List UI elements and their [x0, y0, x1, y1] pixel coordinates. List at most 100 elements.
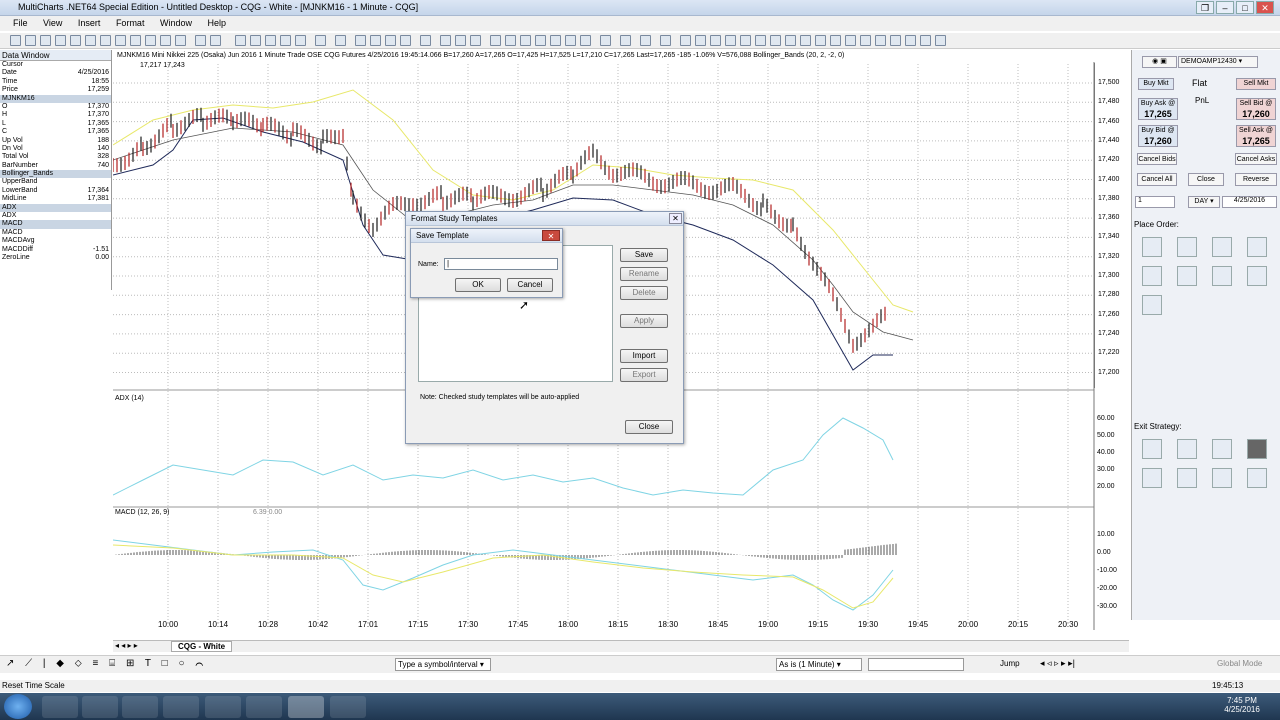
toolbar-tool-icon[interactable] [25, 35, 36, 46]
menu-insert[interactable]: Insert [78, 16, 101, 31]
toolbar-tool-icon[interactable] [265, 35, 276, 46]
explorer-taskbar-icon[interactable] [42, 696, 78, 718]
exit-breakeven-icon[interactable] [1247, 468, 1267, 488]
date-input[interactable]: 4/25/2016 [1222, 196, 1277, 208]
toolbar-tool-icon[interactable] [785, 35, 796, 46]
close-position-button[interactable]: Close [1188, 173, 1224, 186]
menu-file[interactable]: File [13, 16, 28, 31]
toolbar-tool-icon[interactable] [335, 35, 346, 46]
sell-ask-button[interactable]: Sell Ask @17,265 [1236, 125, 1276, 147]
bracket-order-icon[interactable] [1212, 266, 1232, 286]
toolbar-tool-icon[interactable] [875, 35, 886, 46]
apply-template-button[interactable]: Apply [620, 314, 668, 328]
toolbar-tool-icon[interactable] [280, 35, 291, 46]
toolbar-tool-icon[interactable] [175, 35, 186, 46]
quantity-input[interactable]: 1 [1135, 196, 1175, 208]
minimize-button[interactable]: – [1216, 1, 1234, 14]
export-template-button[interactable]: Export [620, 368, 668, 382]
toolbar-tool-icon[interactable] [520, 35, 531, 46]
toolbar-tool-icon[interactable] [145, 35, 156, 46]
breakout-order-icon[interactable] [1177, 266, 1197, 286]
navigation-arrows-icon[interactable]: ◂ ◃ ▹ ▸ ▸| [1040, 658, 1075, 669]
toolbar-tool-icon[interactable] [580, 35, 591, 46]
toolbar-tool-icon[interactable] [755, 35, 766, 46]
toolbar-tool-icon[interactable] [470, 35, 481, 46]
toolbar-tool-icon[interactable] [740, 35, 751, 46]
cancel-asks-button[interactable]: Cancel Asks [1235, 153, 1277, 165]
exit-profit-icon[interactable] [1177, 468, 1197, 488]
import-template-button[interactable]: Import [620, 349, 668, 363]
toolbar-tool-icon[interactable] [40, 35, 51, 46]
skype-taskbar-icon[interactable] [205, 696, 241, 718]
toolbar-tool-icon[interactable] [160, 35, 171, 46]
menu-window[interactable]: Window [160, 16, 192, 31]
format-dialog-close-icon[interactable]: ✕ [669, 213, 682, 224]
toolbar-tool-icon[interactable] [905, 35, 916, 46]
exit-loss-icon[interactable] [1142, 468, 1162, 488]
jump-button[interactable]: Jump [1000, 659, 1020, 668]
toolbar-tool-icon[interactable] [770, 35, 781, 46]
toolbar-tool-icon[interactable] [660, 35, 671, 46]
toolbar-tool-icon[interactable] [680, 35, 691, 46]
toolbar-tool-icon[interactable] [640, 35, 651, 46]
sell-bid-button[interactable]: Sell Bid @17,260 [1236, 98, 1276, 120]
drawing-tools-icons[interactable]: ↗ ⟋ | ◆ ⬦ ≡ ⌸ ⊞ T □ ○ ⌒ [6, 658, 207, 669]
toolbar-tool-icon[interactable] [420, 35, 431, 46]
toolbar-tool-icon[interactable] [920, 35, 931, 46]
toolbar-tool-icon[interactable] [295, 35, 306, 46]
toolbar-tool-icon[interactable] [100, 35, 111, 46]
maximize-button[interactable]: □ [1236, 1, 1254, 14]
oco-order-icon[interactable] [1142, 266, 1162, 286]
firefox-taskbar-icon[interactable] [163, 696, 199, 718]
toolbar-tool-icon[interactable] [315, 35, 326, 46]
menu-format[interactable]: Format [116, 16, 145, 31]
toolbar-tool-icon[interactable] [600, 35, 611, 46]
tab-nav-icons[interactable]: ◂ ◂ ▸ ▸ [115, 641, 138, 650]
toolbar-tool-icon[interactable] [860, 35, 871, 46]
price-axis[interactable]: 17,500 17,480 17,460 17,440 17,420 17,400 17,3… [1094, 63, 1129, 388]
toolbar-tool-icon[interactable] [620, 35, 631, 46]
buy-mkt-button[interactable]: Buy Mkt [1138, 78, 1174, 90]
delete-template-button[interactable]: Delete [620, 286, 668, 300]
toolbar-tool-icon[interactable] [195, 35, 206, 46]
rename-template-button[interactable]: Rename [620, 267, 668, 281]
global-mode-toggle[interactable]: Global Mode [1217, 659, 1262, 668]
toolbar-tool-icon[interactable] [115, 35, 126, 46]
date-jump-input[interactable] [868, 658, 964, 671]
cancel-button[interactable]: Cancel [507, 278, 553, 292]
cancel-bids-button[interactable]: Cancel Bids [1137, 153, 1177, 165]
tif-select[interactable]: DAY ▾ [1188, 196, 1220, 208]
trailing-order-icon[interactable] [1247, 237, 1267, 257]
toolbar-tool-icon[interactable] [845, 35, 856, 46]
tab-cqg-white[interactable]: CQG - White [171, 641, 233, 652]
toolbar-tool-icon[interactable] [355, 35, 366, 46]
toolbar-tool-icon[interactable] [490, 35, 501, 46]
panel-toggle-icon[interactable]: ◉ ▣ [1142, 56, 1177, 68]
ie-taskbar-icon[interactable] [82, 696, 118, 718]
toolbar-tool-icon[interactable] [935, 35, 946, 46]
toolbar-tool-icon[interactable] [565, 35, 576, 46]
toolbar-tool-icon[interactable] [210, 35, 221, 46]
close-window-button[interactable]: ✕ [1256, 1, 1274, 14]
limit-order-icon[interactable] [1142, 237, 1162, 257]
tools-taskbar-icon[interactable] [330, 696, 366, 718]
save-dialog-close-icon[interactable]: ✕ [542, 230, 560, 241]
toolbar-tool-icon[interactable] [890, 35, 901, 46]
toolbar-tool-icon[interactable] [550, 35, 561, 46]
toolbar-tool-icon[interactable] [235, 35, 246, 46]
app-taskbar-icon[interactable] [246, 696, 282, 718]
toolbar-tool-icon[interactable] [70, 35, 81, 46]
toolbar-tool-icon[interactable] [10, 35, 21, 46]
chrome-taskbar-icon[interactable] [122, 696, 158, 718]
restore-icon[interactable]: ❐ [1196, 1, 1214, 14]
toolbar-tool-icon[interactable] [130, 35, 141, 46]
toolbar-tool-icon[interactable] [800, 35, 811, 46]
toolbar-tool-icon[interactable] [85, 35, 96, 46]
stop-market-order-icon[interactable] [1177, 237, 1197, 257]
toolbar-tool-icon[interactable] [55, 35, 66, 46]
toolbar-tool-icon[interactable] [725, 35, 736, 46]
exit-settings-icon[interactable] [1177, 439, 1197, 459]
sell-mkt-button[interactable]: Sell Mkt [1236, 78, 1276, 90]
exit-strategy-active-icon[interactable] [1247, 439, 1267, 459]
buy-ask-button[interactable]: Buy Ask @17,265 [1138, 98, 1178, 120]
